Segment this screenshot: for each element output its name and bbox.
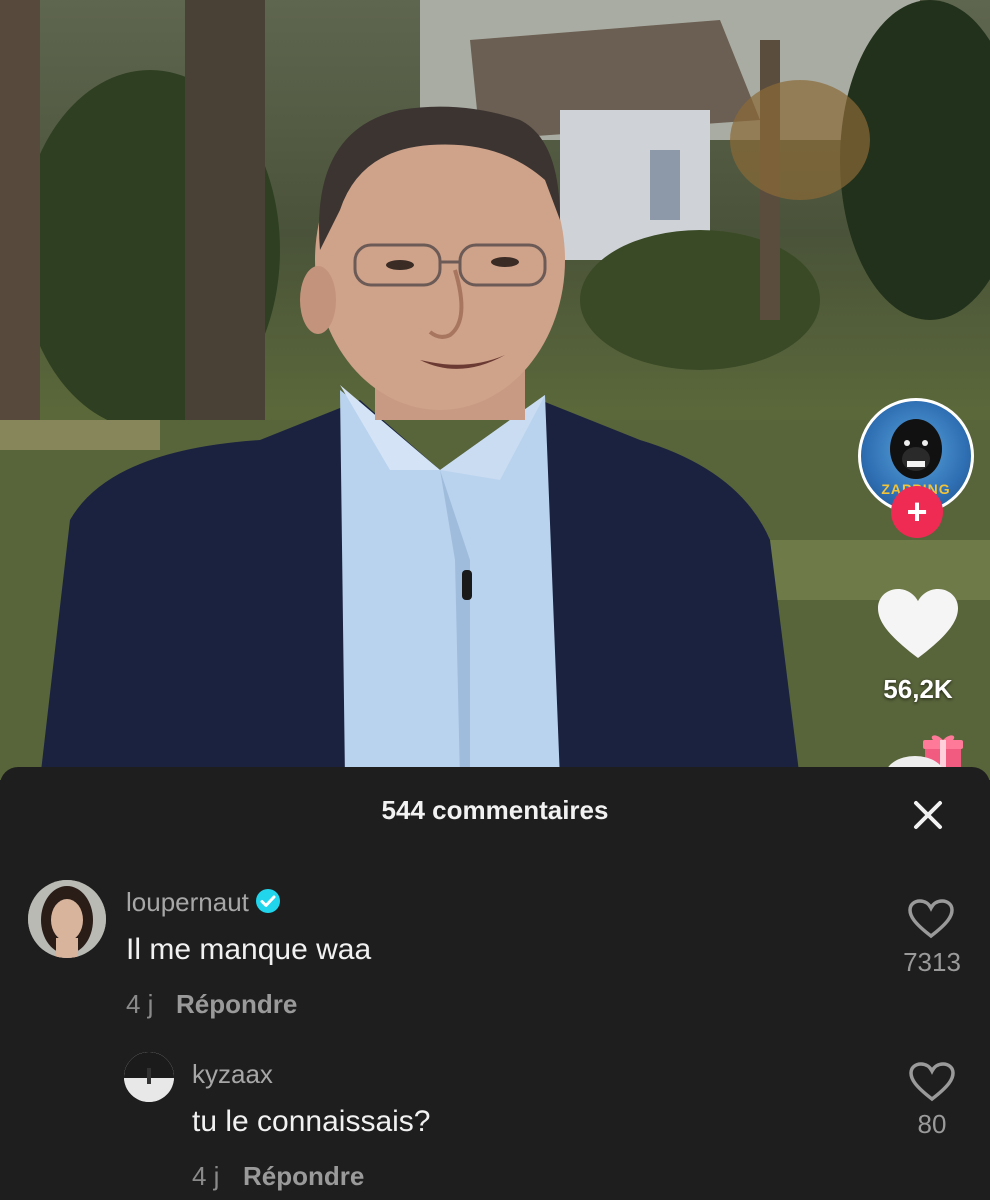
close-icon <box>914 801 942 829</box>
commenter-avatar[interactable] <box>124 1052 174 1102</box>
heart-outline-icon <box>909 1062 955 1102</box>
comment-username[interactable]: kyzaax <box>192 1059 273 1090</box>
reply-button[interactable]: Répondre <box>176 989 297 1020</box>
like-button[interactable] <box>876 588 960 660</box>
heart-outline-icon <box>908 899 954 939</box>
comments-count-title: 544 commentaires <box>381 795 609 825</box>
comment-like-button[interactable] <box>908 899 954 944</box>
comments-panel: 544 commentaires loupernaut Il me manque… <box>0 767 990 1200</box>
video-like-count: 56,2K <box>883 674 953 704</box>
comment-username-text[interactable]: loupernaut <box>126 887 249 917</box>
comment-text: tu le connaissais? <box>192 1105 431 1138</box>
comment-age: 4 j <box>192 1161 220 1191</box>
close-button[interactable] <box>906 793 950 837</box>
comment-age: 4 j <box>126 989 154 1019</box>
comment-like-count: 7313 <box>903 947 961 977</box>
comment-like-count: 80 <box>917 1109 947 1139</box>
video-frame <box>0 0 990 780</box>
comment-username[interactable]: loupernaut <box>126 887 281 918</box>
verified-icon <box>255 889 280 913</box>
heart-icon <box>878 589 958 658</box>
video-player[interactable]: ZAPPING + 56,2K <box>0 0 990 780</box>
follow-button[interactable]: + <box>891 486 943 538</box>
reply-button[interactable]: Répondre <box>243 1161 364 1192</box>
comment-text: Il me manque waa <box>126 933 372 966</box>
commenter-avatar[interactable] <box>28 880 106 958</box>
comment-like-button[interactable] <box>909 1062 955 1107</box>
